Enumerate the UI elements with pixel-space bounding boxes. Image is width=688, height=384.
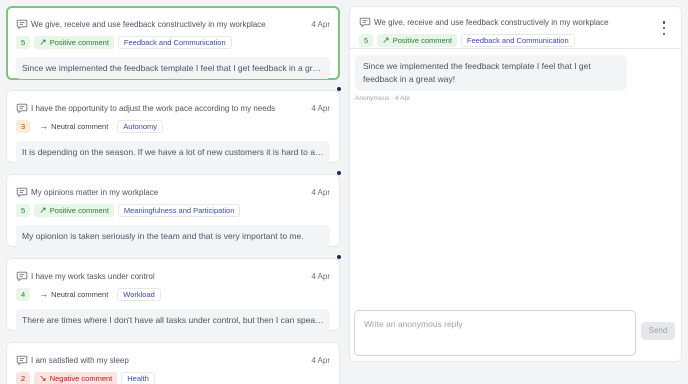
- category-badge: Feedback and Communication: [460, 33, 575, 47]
- comment-preview: It is depending on the season. If we hav…: [16, 141, 330, 163]
- score-badge: 5: [16, 203, 31, 217]
- score-badge: 3: [16, 119, 31, 133]
- sentiment-label: Neutral comment: [51, 289, 109, 299]
- question-text: I am satisfied with my sleep: [31, 355, 129, 365]
- category-badge: Workload: [117, 287, 161, 301]
- date-label: 4 Apr: [311, 19, 330, 29]
- sentiment-label: Negative comment: [49, 373, 113, 383]
- feedback-card[interactable]: I am satisfied with my sleep 4 Apr 2 ↘ Ne…: [6, 342, 340, 384]
- date-label: 4 Apr: [311, 271, 330, 281]
- comment-preview: Since we implemented the feedback templa…: [16, 57, 330, 79]
- comment-bubble: Since we implemented the feedback templa…: [355, 55, 627, 91]
- sentiment-badge: → Neutral comment: [34, 119, 114, 133]
- question-text: My opinions matter in my workplace: [31, 187, 159, 197]
- date-label: 4 Apr: [311, 103, 330, 113]
- sentiment-badge: ↗ Positive comment: [34, 35, 114, 49]
- category-badge: Feedback and Communication: [117, 35, 232, 49]
- sentiment-label: Neutral comment: [51, 121, 109, 131]
- comment-preview: My opionion is taken seriously in the te…: [16, 225, 330, 247]
- arrow-up-right-icon: ↗: [39, 36, 47, 47]
- sentiment-label: Positive comment: [49, 37, 109, 47]
- arrow-down-right-icon: ↘: [39, 372, 47, 383]
- arrow-up-right-icon: ↗: [382, 34, 390, 45]
- reply-input[interactable]: Write an anonymous reply: [354, 310, 636, 356]
- category-badge: Meaningfulness and Participation: [117, 203, 241, 217]
- detail-question: We give, receive and use feedback constr…: [374, 17, 609, 27]
- comment-preview: There are times where I don't have all t…: [16, 309, 330, 331]
- question-text: I have the opportunity to adjust the wor…: [31, 103, 276, 113]
- sentiment-label: Positive comment: [49, 205, 109, 215]
- sentiment-badge: ↘ Negative comment: [34, 371, 118, 384]
- feedback-list: We give, receive and use feedback constr…: [0, 0, 345, 384]
- arrow-right-icon: →: [39, 288, 49, 299]
- feedback-card[interactable]: I have the opportunity to adjust the wor…: [6, 90, 340, 163]
- category-badge: Autonomy: [117, 119, 164, 133]
- feedback-detail-panel: We give, receive and use feedback constr…: [349, 6, 682, 362]
- feedback-card[interactable]: My opinions matter in my workplace 4 Apr…: [6, 174, 340, 247]
- score-badge: 5: [16, 35, 31, 49]
- sentiment-badge: ↗ Positive comment: [34, 203, 114, 217]
- score-badge: 5: [359, 33, 374, 47]
- date-label: 4 Apr: [311, 187, 330, 197]
- arrow-up-right-icon: ↗: [39, 204, 47, 215]
- send-button[interactable]: Send: [641, 322, 675, 340]
- sentiment-badge: → Neutral comment: [34, 287, 114, 301]
- feedback-card[interactable]: We give, receive and use feedback constr…: [6, 6, 340, 80]
- score-badge: 2: [16, 371, 31, 384]
- question-text: We give, receive and use feedback constr…: [31, 19, 266, 29]
- comment-icon: [16, 102, 28, 114]
- feedback-card[interactable]: I have my work tasks under control 4 Apr…: [6, 258, 340, 331]
- sentiment-label: Positive comment: [392, 35, 452, 45]
- comment-icon: [16, 186, 28, 198]
- category-badge: Health: [121, 371, 155, 384]
- detail-header: We give, receive and use feedback constr…: [350, 7, 681, 49]
- sentiment-badge: ↗ Positive comment: [377, 33, 457, 47]
- more-vertical-icon[interactable]: [661, 21, 667, 35]
- date-label: 4 Apr: [311, 355, 330, 365]
- comment-icon: [16, 18, 28, 30]
- comment-icon: [16, 270, 28, 282]
- arrow-right-icon: →: [39, 120, 49, 131]
- question-text: I have my work tasks under control: [31, 271, 155, 281]
- comment-meta: Anonymous · 4 Apr: [355, 95, 411, 102]
- score-badge: 4: [16, 287, 31, 301]
- comment-icon: [16, 354, 28, 366]
- comment-icon: [359, 16, 371, 28]
